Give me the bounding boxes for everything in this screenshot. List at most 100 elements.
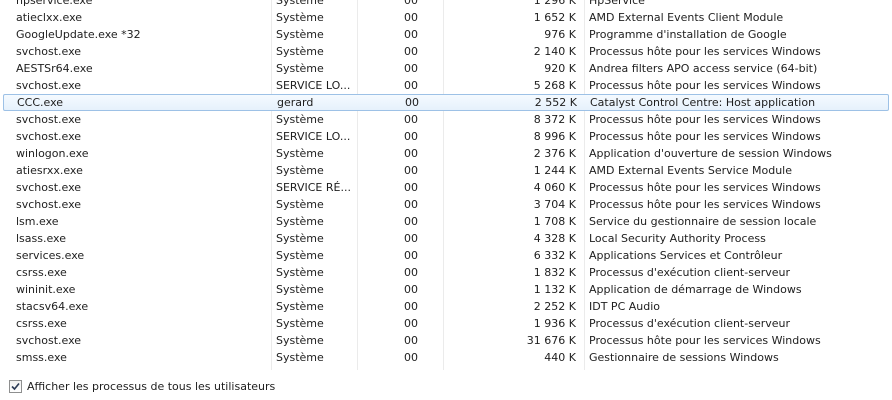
process-user: Système [276,334,324,347]
process-cpu: 00 [404,283,418,296]
process-cpu: 00 [404,130,418,143]
process-row[interactable]: wininit.exe Système 00 1 132 K Application d… [0,281,892,298]
process-memory: 440 K [544,351,576,364]
process-description: Processus hôte pour les services Windows [589,198,821,211]
process-row[interactable]: svchost.exe Système 00 31 676 K Processus hô… [0,332,892,349]
process-name: svchost.exe [16,181,82,194]
process-name: services.exe [16,249,85,262]
process-row[interactable]: AESTSr64.exe Système 00 920 K Andrea filters… [0,60,892,77]
show-all-processes-label: Afficher les processus de tous les utili… [27,380,276,393]
process-row[interactable]: smss.exe Système 00 440 K Gestionnaire de se… [0,349,892,366]
process-description: Andrea filters APO access service (64-bi… [589,62,818,75]
process-description: Processus hôte pour les services Windows [589,181,821,194]
task-manager-processes: hpservice.exe Système 00 1 296 K HpService at… [0,0,892,400]
process-cpu: 00 [404,0,418,7]
process-row[interactable]: lsm.exe Système 00 1 708 K Service du gestio… [0,213,892,230]
process-row[interactable]: svchost.exe SERVICE LO... 00 8 996 K Process… [0,128,892,145]
process-name: stacsv64.exe [16,300,89,313]
process-name: svchost.exe [16,334,82,347]
process-list[interactable]: hpservice.exe Système 00 1 296 K HpService at… [0,0,892,370]
process-memory: 8 996 K [533,130,576,143]
process-row[interactable]: svchost.exe SERVICE RÉ... 00 4 060 K Process… [0,179,892,196]
process-memory: 3 704 K [533,198,576,211]
process-row[interactable]: svchost.exe Système 00 3 704 K Processus hôt… [0,196,892,213]
process-name: svchost.exe [16,113,82,126]
process-memory: 6 332 K [533,249,576,262]
process-user: Système [276,317,324,330]
process-cpu: 00 [404,351,418,364]
process-row[interactable]: stacsv64.exe Système 00 2 252 K IDT PC Audio [0,298,892,315]
process-description: Applications Services et Contrôleur [589,249,783,262]
process-memory: 1 936 K [533,317,576,330]
process-user: Système [276,266,324,279]
process-user: Système [276,351,324,364]
process-description: Gestionnaire de sessions Windows [589,351,779,364]
process-cpu: 00 [404,79,418,92]
process-memory: 2 140 K [533,45,576,58]
process-row-selected[interactable]: CCC.exe gerard 00 2 552 K Catalyst Control C… [3,94,889,111]
process-name: atiesrxx.exe [16,164,83,177]
process-name: GoogleUpdate.exe *32 [16,28,141,41]
process-description: Application de démarrage de Windows [589,283,802,296]
process-cpu: 00 [404,113,418,126]
process-description: Programme d'installation de Google [589,28,787,41]
process-name: lsass.exe [16,232,66,245]
process-description: Processus hôte pour les services Windows [589,45,821,58]
process-name: svchost.exe [16,130,82,143]
process-row[interactable]: atiesrxx.exe Système 00 1 244 K AMD External… [0,162,892,179]
process-row[interactable]: services.exe Système 00 6 332 K Applications… [0,247,892,264]
process-description: Application d'ouverture de session Windo… [589,147,832,160]
process-row[interactable]: csrss.exe Système 00 1 832 K Processus d'exé… [0,264,892,281]
process-user: Système [276,113,324,126]
process-row[interactable]: winlogon.exe Système 00 2 376 K Application … [0,145,892,162]
process-name: hpservice.exe [16,0,93,7]
process-user: Système [276,164,324,177]
process-cpu: 00 [404,164,418,177]
process-description: Processus d'exécution client-serveur [589,317,791,330]
process-user: Système [276,300,324,313]
process-name: winlogon.exe [16,147,89,160]
process-name: AESTSr64.exe [16,62,93,75]
process-row[interactable]: svchost.exe Système 00 2 140 K Processus hôt… [0,43,892,60]
process-memory: 1 832 K [533,266,576,279]
process-row[interactable]: lsass.exe Système 00 4 328 K Local Security … [0,230,892,247]
process-row[interactable]: svchost.exe SERVICE LO... 00 5 268 K Process… [0,77,892,94]
process-name: lsm.exe [16,215,59,228]
show-all-processes-option[interactable]: Afficher les processus de tous les utili… [9,380,275,393]
process-cpu: 00 [404,181,418,194]
process-description: IDT PC Audio [589,300,661,313]
process-name: atieclxx.exe [16,11,83,24]
process-user: gerard [277,96,314,109]
process-row[interactable]: csrss.exe Système 00 1 936 K Processus d'exé… [0,315,892,332]
process-description: Processus d'exécution client-serveur [589,266,791,279]
process-name: wininit.exe [16,283,76,296]
footer: Afficher les processus de tous les utili… [0,370,892,400]
process-description: Service du gestionnaire de session local… [589,215,817,228]
process-user: Système [276,11,324,24]
process-name: CCC.exe [17,96,64,109]
process-memory: 8 372 K [533,113,576,126]
process-user: Système [276,283,324,296]
process-cpu: 00 [404,28,418,41]
process-description: AMD External Events Client Module [589,11,784,24]
process-cpu: 00 [404,198,418,211]
process-cpu: 00 [404,249,418,262]
process-description: Catalyst Control Centre: Host applicatio… [590,96,816,109]
show-all-processes-checkbox[interactable] [9,380,22,393]
process-description: Local Security Authority Process [589,232,766,245]
process-row[interactable]: hpservice.exe Système 00 1 296 K HpService [0,0,892,9]
process-description: Processus hôte pour les services Windows [589,79,821,92]
process-row[interactable]: svchost.exe Système 00 8 372 K Processus hôt… [0,111,892,128]
process-user: SERVICE RÉ... [276,181,351,194]
process-rows: hpservice.exe Système 00 1 296 K HpService at… [0,0,892,366]
process-row[interactable]: GoogleUpdate.exe *32 Système 00 976 K Progra… [0,26,892,43]
process-cpu: 00 [404,317,418,330]
process-user: Système [276,62,324,75]
process-cpu: 00 [404,334,418,347]
process-description: HpService [589,0,645,7]
process-row[interactable]: atieclxx.exe Système 00 1 652 K AMD External… [0,9,892,26]
process-memory: 920 K [544,62,576,75]
process-user: Système [276,147,324,160]
process-name: csrss.exe [16,266,67,279]
process-memory: 976 K [544,28,576,41]
